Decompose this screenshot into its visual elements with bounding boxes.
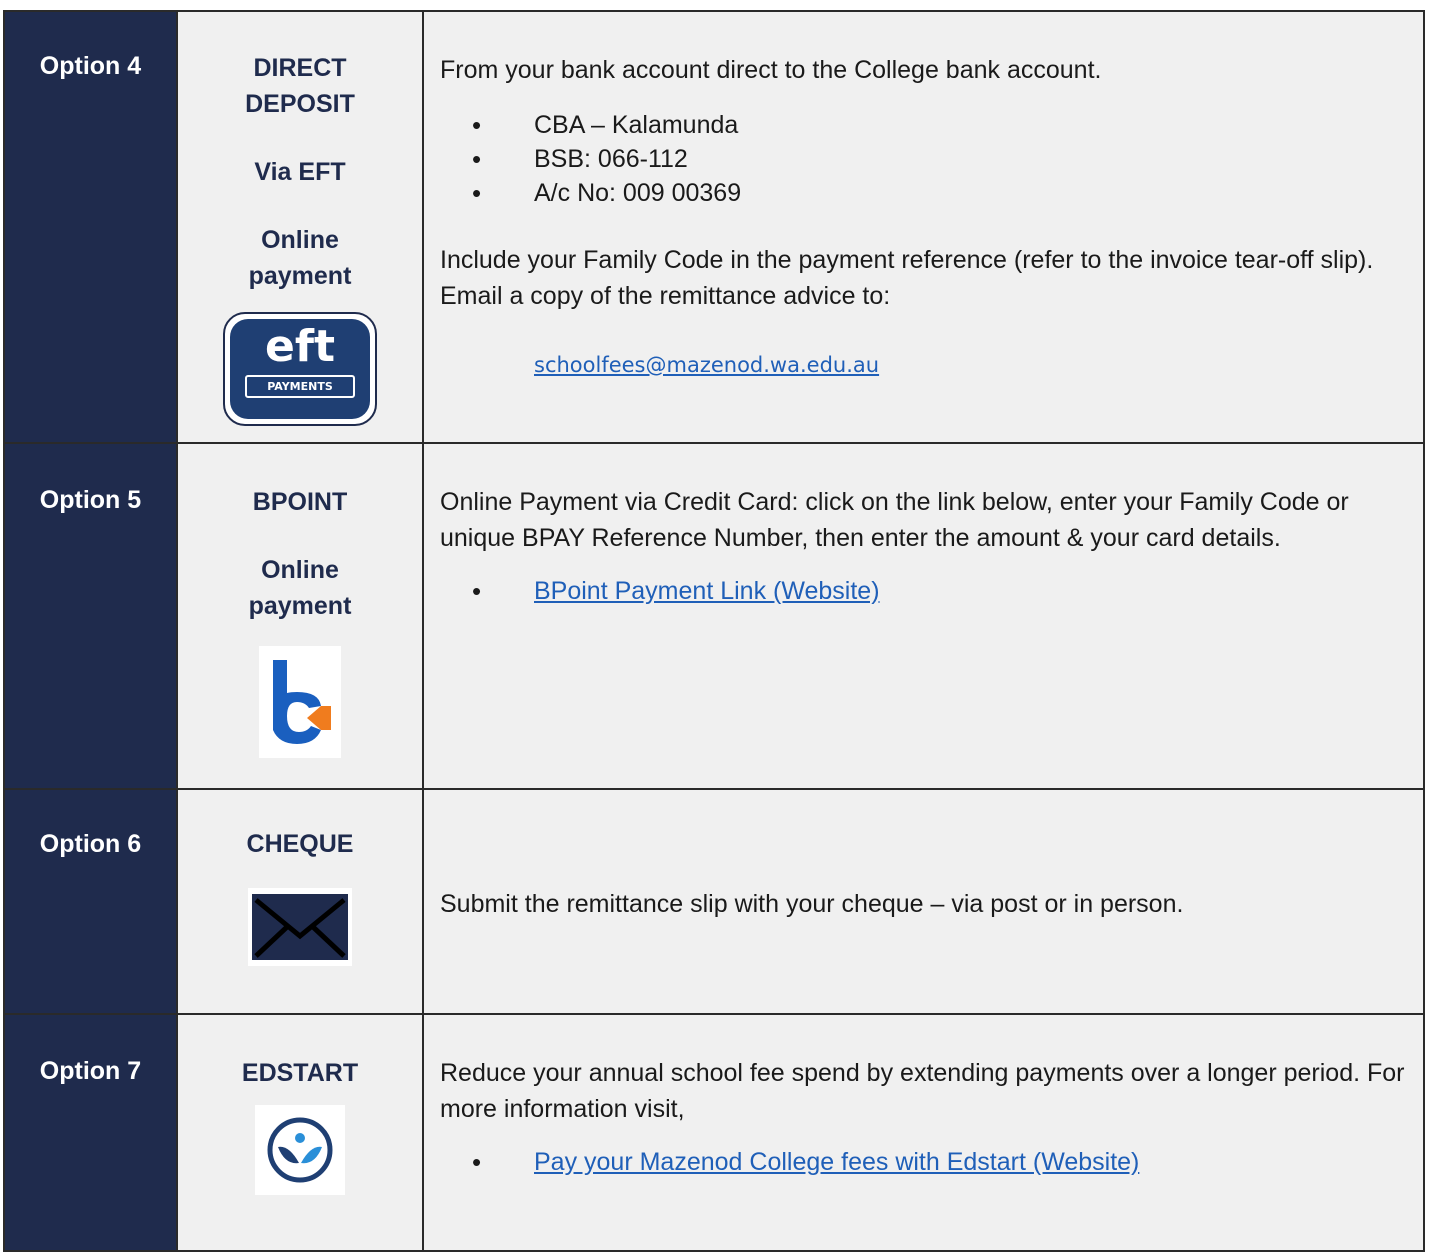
list-item: BPoint Payment Link (Website) bbox=[472, 574, 1421, 608]
description-intro: From your bank account direct to the Col… bbox=[440, 56, 1102, 84]
eft-payments-icon: eft PAYMENTS bbox=[223, 312, 377, 426]
bank-details-list: CBA – Kalamunda BSB: 066-112 A/c No: 009… bbox=[440, 108, 1409, 210]
description-cell-option-5: Online Payment via Credit Card: click on… bbox=[422, 442, 1425, 790]
list-item: Pay your Mazenod College fees with Edsta… bbox=[472, 1145, 1409, 1179]
description-intro: Online Payment via Credit Card: click on… bbox=[440, 488, 1349, 552]
method-title-line: DEPOSIT bbox=[245, 90, 355, 118]
option-7-cell: Option 7 bbox=[3, 1013, 178, 1252]
eft-icon-word: eft bbox=[264, 321, 336, 372]
list-item: A/c No: 009 00369 bbox=[472, 176, 1409, 210]
option-label: Option 4 bbox=[39, 52, 142, 80]
payment-reference-note: Include your Family Code in the payment … bbox=[440, 246, 1374, 310]
description-intro: Submit the remittance slip with your che… bbox=[440, 890, 1184, 918]
link-list: Pay your Mazenod College fees with Edsta… bbox=[440, 1145, 1409, 1179]
option-label: Option 5 bbox=[39, 486, 142, 514]
bpoint-logo-icon bbox=[259, 646, 341, 758]
method-title-line: BPOINT bbox=[252, 488, 348, 516]
eft-icon-tag: PAYMENTS bbox=[245, 375, 355, 398]
description-cell-option-6: Submit the remittance slip with your che… bbox=[422, 788, 1425, 1015]
method-title-line: DIRECT bbox=[253, 54, 347, 82]
method-subtitle: payment bbox=[248, 592, 352, 620]
link-list: BPoint Payment Link (Website) bbox=[440, 574, 1421, 608]
option-5-cell: Option 5 bbox=[3, 442, 178, 790]
description-cell-option-7: Reduce your annual school fee spend by e… bbox=[422, 1013, 1425, 1252]
table-row-option-4: Option 4 DIRECT DEPOSIT Via EFT Online p… bbox=[3, 10, 1425, 444]
method-cell-cheque: CHEQUE bbox=[176, 788, 424, 1015]
method-subtitle: Online bbox=[261, 556, 339, 584]
edstart-logo-icon bbox=[255, 1105, 345, 1195]
method-subtitle: Online bbox=[261, 226, 339, 254]
method-subtitle: Via EFT bbox=[254, 158, 346, 186]
table-row-option-5: Option 5 BPOINT Online payment Online Pa… bbox=[3, 442, 1425, 790]
envelope-icon bbox=[248, 888, 352, 966]
list-item: BSB: 066-112 bbox=[472, 142, 1409, 176]
method-title-line: CHEQUE bbox=[246, 830, 354, 858]
description-cell-option-4: From your bank account direct to the Col… bbox=[422, 10, 1425, 444]
list-item: CBA – Kalamunda bbox=[472, 108, 1409, 142]
email-link[interactable]: schoolfees@mazenod.wa.edu.au bbox=[534, 353, 879, 377]
table-row-option-7: Option 7 EDSTART Reduce your annual scho… bbox=[3, 1013, 1425, 1252]
method-cell-direct-deposit: DIRECT DEPOSIT Via EFT Online payment ef… bbox=[176, 10, 424, 444]
option-label: Option 7 bbox=[39, 1057, 142, 1085]
option-6-cell: Option 6 bbox=[3, 788, 178, 1015]
payment-options-table: Option 4 DIRECT DEPOSIT Via EFT Online p… bbox=[3, 10, 1425, 1252]
edstart-website-link[interactable]: Pay your Mazenod College fees with Edsta… bbox=[534, 1148, 1139, 1176]
method-cell-edstart: EDSTART bbox=[176, 1013, 424, 1252]
option-label: Option 6 bbox=[39, 830, 142, 858]
method-cell-bpoint: BPOINT Online payment bbox=[176, 442, 424, 790]
payment-options-page: Option 4 DIRECT DEPOSIT Via EFT Online p… bbox=[0, 0, 1433, 1252]
method-title-line: EDSTART bbox=[241, 1059, 359, 1087]
table-row-option-6: Option 6 CHEQUE Submit the remittance sl… bbox=[3, 788, 1425, 1015]
method-subtitle: payment bbox=[248, 262, 352, 290]
option-4-cell: Option 4 bbox=[3, 10, 178, 444]
bpoint-payment-link[interactable]: BPoint Payment Link (Website) bbox=[534, 577, 880, 605]
description-intro: Reduce your annual school fee spend by e… bbox=[440, 1059, 1405, 1123]
